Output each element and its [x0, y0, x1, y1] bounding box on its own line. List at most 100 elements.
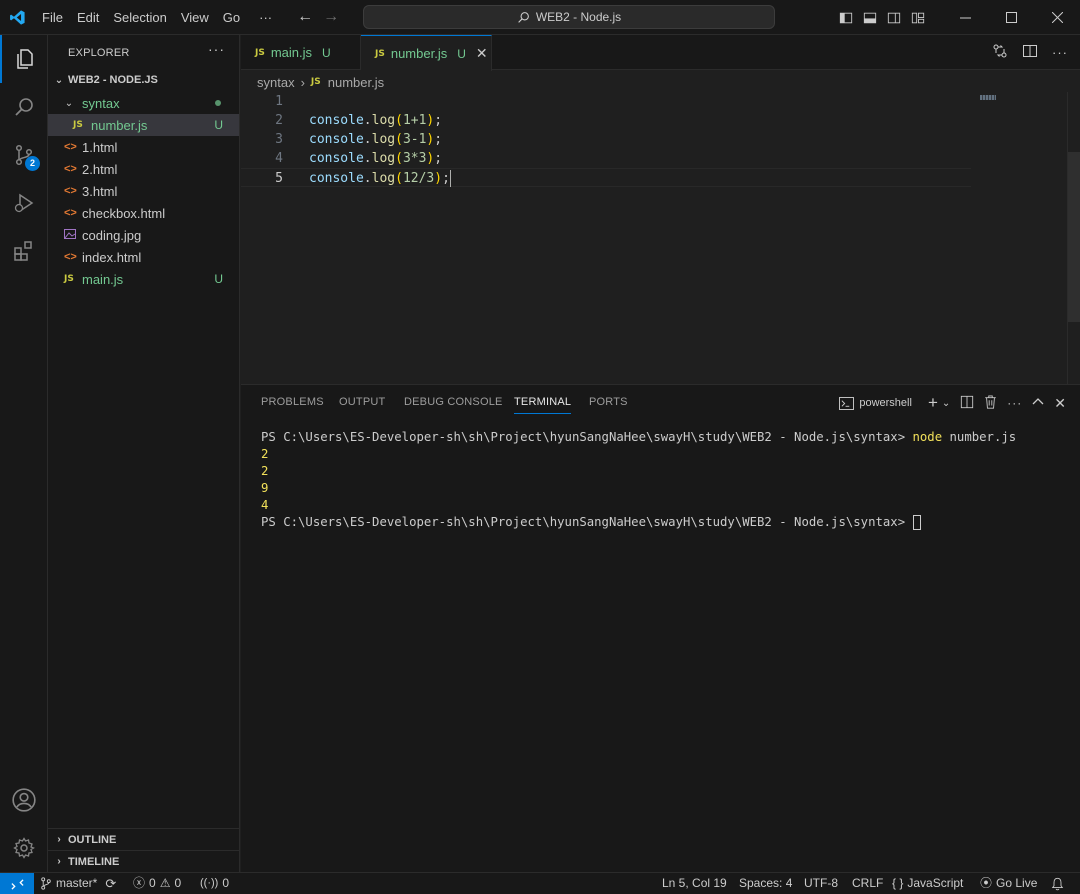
menu-selection[interactable]: Selection [106, 0, 173, 35]
line-number: 3 [275, 132, 283, 147]
command-center-search[interactable]: WEB2 - Node.js [363, 5, 775, 29]
ports-status[interactable]: ((·)) 0 [200, 873, 229, 894]
encoding[interactable]: UTF-8 [804, 873, 838, 894]
tree-item-2-html[interactable]: <> 2.html [48, 158, 239, 180]
trash-icon[interactable] [984, 394, 997, 412]
sync-icon[interactable]: ⟳ [105, 873, 116, 894]
terminal-output[interactable]: PS C:\Users\ES-Developer-sh\sh\Project\h… [261, 429, 1016, 531]
outline-section[interactable]: › OUTLINE [48, 828, 239, 850]
outline-label: OUTLINE [68, 833, 117, 846]
warning-icon: ⚠ [159, 876, 171, 890]
minimap[interactable] [980, 95, 996, 100]
cursor-position[interactable]: Ln 5, Col 19 [662, 873, 727, 894]
split-editor-icon[interactable] [1022, 43, 1038, 62]
maximize-icon[interactable] [988, 0, 1034, 35]
remote-indicator-icon[interactable] [0, 873, 34, 894]
tab-debug-console[interactable]: DEBUG CONSOLE [404, 396, 503, 408]
git-branch-icon [41, 877, 51, 890]
terminal-shell-selector[interactable]: powershell [839, 396, 912, 410]
terminal-output-line: 4 [261, 498, 269, 512]
breadcrumb-folder[interactable]: syntax [257, 75, 295, 90]
source-control-badge: 2 [25, 156, 40, 171]
tab-label: number.js [390, 46, 448, 61]
forward-arrow-icon[interactable]: → [318, 8, 344, 26]
line-ending[interactable]: CRLF [852, 873, 883, 894]
branch-status[interactable]: master* ⟳ [40, 873, 116, 894]
editor-scroll-thumb[interactable] [1068, 152, 1080, 322]
toggle-secondary-sidebar-icon[interactable] [882, 0, 906, 35]
tree-item-main-js[interactable]: JS main.js U [48, 268, 239, 290]
chevron-right-icon: › [57, 834, 61, 845]
menu-edit[interactable]: Edit [70, 0, 106, 35]
chevron-right-icon: › [57, 856, 61, 867]
tab-main-js[interactable]: JS main.js U [241, 35, 361, 70]
chevron-down-icon: ⌄ [54, 74, 64, 86]
tree-item-1-html[interactable]: <> 1.html [48, 136, 239, 158]
tree-item-label: checkbox.html [82, 205, 166, 221]
tree-item-number-js[interactable]: JS number.js U [48, 114, 239, 136]
extensions-icon[interactable] [0, 227, 48, 275]
broadcast-icon: ⦿ [980, 876, 993, 890]
menu-file[interactable]: File [35, 0, 70, 35]
customize-layout-icon[interactable] [906, 0, 930, 35]
menu-view[interactable]: View [174, 0, 216, 35]
timeline-section[interactable]: › TIMELINE [48, 850, 239, 872]
panel-more-icon[interactable]: ··· [1007, 396, 1022, 410]
editor-more-icon[interactable]: ··· [1052, 45, 1068, 60]
new-terminal-icon[interactable]: + [928, 393, 938, 413]
menu-go[interactable]: Go [216, 0, 247, 35]
tab-problems[interactable]: PROBLEMS [261, 396, 324, 408]
tree-item-label: 2.html [82, 161, 118, 177]
language-mode[interactable]: { } JavaScript [892, 873, 963, 894]
open-changes-icon[interactable] [992, 43, 1008, 62]
back-arrow-icon[interactable]: ← [292, 8, 318, 26]
maximize-panel-icon[interactable] [1032, 396, 1044, 411]
workspace-root[interactable]: ⌄ WEB2 - NODE.JS [48, 69, 239, 91]
tree-item-coding-jpg[interactable]: coding.jpg [48, 224, 239, 246]
settings-gear-icon[interactable] [0, 824, 48, 872]
run-debug-icon[interactable] [0, 179, 48, 227]
js-icon: JS [375, 48, 385, 59]
source-control-icon[interactable] [0, 131, 48, 179]
terminal-cursor [912, 515, 921, 530]
tree-item-checkbox-html[interactable]: <> checkbox.html [48, 202, 239, 224]
explorer-more-icon[interactable]: ··· [208, 41, 225, 57]
breadcrumb: syntax › JS number.js [257, 72, 384, 92]
menu-more-icon[interactable]: ··· [247, 0, 284, 35]
chevron-down-icon[interactable]: ⌄ [942, 398, 950, 409]
split-terminal-icon[interactable] [960, 395, 974, 412]
close-window-icon[interactable] [1034, 0, 1080, 35]
tab-status: U [322, 45, 331, 60]
code-object: console [309, 132, 364, 147]
terminal-prompt: PS C:\Users\ES-Developer-sh\sh\Project\h… [261, 430, 913, 444]
indentation[interactable]: Spaces: 4 [739, 873, 792, 894]
notifications-bell-icon[interactable] [1051, 873, 1064, 894]
tree-item-3-html[interactable]: <> 3.html [48, 180, 239, 202]
tree-folder-syntax[interactable]: ⌄ syntax [48, 92, 239, 114]
toggle-panel-icon[interactable] [858, 0, 882, 35]
go-live-button[interactable]: ⦿ Go Live [980, 873, 1037, 894]
image-icon [64, 228, 82, 243]
code-editor[interactable]: 1 2 console.log(1+1); 3 console.log(3-1)… [241, 92, 1080, 384]
close-tab-icon[interactable]: ✕ [476, 45, 488, 62]
chevron-down-icon: ⌄ [64, 97, 74, 109]
toggle-primary-sidebar-icon[interactable] [834, 0, 858, 35]
code-function: log [371, 151, 396, 166]
explorer-icon[interactable] [0, 35, 48, 83]
minimize-icon[interactable] [942, 0, 988, 35]
accounts-icon[interactable] [0, 776, 48, 824]
problems-status[interactable]: ⓧ 0 ⚠ 0 [133, 873, 181, 894]
breadcrumb-file[interactable]: number.js [328, 75, 384, 90]
close-panel-icon[interactable]: ✕ [1054, 395, 1066, 412]
html-icon: <> [64, 207, 77, 219]
tab-terminal[interactable]: TERMINAL [514, 396, 572, 414]
tree-item-index-html[interactable]: <> index.html [48, 246, 239, 268]
tab-number-js[interactable]: JS number.js U ✕ [361, 35, 492, 71]
search-icon[interactable] [0, 83, 48, 131]
chevron-right-icon: › [300, 74, 305, 90]
code-function: log [371, 132, 396, 147]
tab-output[interactable]: OUTPUT [339, 396, 385, 408]
tree-item-label: number.js [91, 117, 148, 133]
tab-ports[interactable]: PORTS [589, 396, 628, 408]
tab-status: U [457, 46, 466, 61]
